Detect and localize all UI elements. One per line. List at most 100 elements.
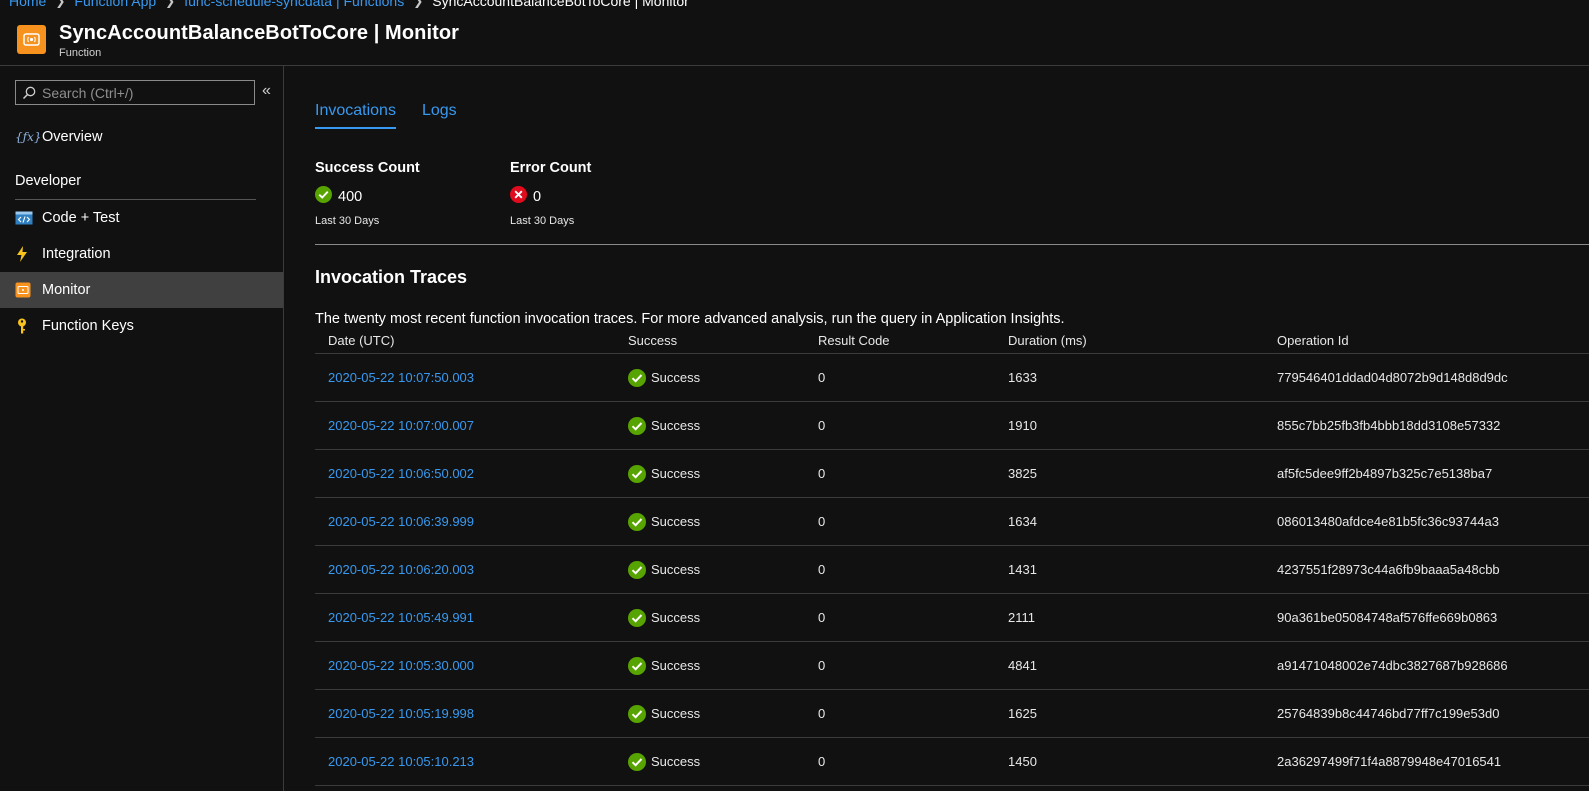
column-header-date[interactable]: Date (UTC) — [315, 333, 628, 348]
table-body: 2020-05-22 10:07:50.003 Success 0 1633 7… — [315, 354, 1589, 786]
invocation-status: Success — [628, 368, 818, 387]
sidebar-item-monitor[interactable]: Monitor — [0, 272, 283, 308]
invocation-date-link[interactable]: 2020-05-22 10:05:10.213 — [315, 754, 628, 769]
invocation-status-label: Success — [651, 706, 701, 721]
breadcrumb-home[interactable]: Home — [9, 0, 46, 9]
table-row: 2020-05-22 10:05:10.213 Success 0 1450 2… — [315, 738, 1589, 786]
sidebar-item-code-test[interactable]: Code + Test — [0, 200, 283, 236]
invocation-result-code: 0 — [818, 370, 826, 385]
chevron-right-icon: ❯ — [413, 0, 424, 8]
invocation-duration: 1633 — [1008, 370, 1037, 385]
success-check-icon — [628, 560, 646, 579]
sidebar: « {ƒx} Overview Developer Code + Test In… — [0, 66, 284, 791]
column-header-result-code[interactable]: Result Code — [818, 333, 1008, 348]
sidebar-item-label: Integration — [42, 246, 111, 262]
invocation-operation-id: 90a361be05084748af576ffe669b0863 — [1277, 610, 1498, 625]
invocation-status: Success — [628, 704, 818, 723]
page-title: SyncAccountBalanceBotToCore | Monitor — [59, 22, 460, 44]
invocation-status-label: Success — [651, 514, 701, 529]
sidebar-item-overview[interactable]: {ƒx} Overview — [0, 119, 283, 155]
table-row: 2020-05-22 10:06:20.003 Success 0 1431 4… — [315, 546, 1589, 594]
table-row: 2020-05-22 10:06:39.999 Success 0 1634 0… — [315, 498, 1589, 546]
error-count-label: Error Count — [510, 160, 592, 176]
invocation-status-label: Success — [651, 466, 701, 481]
invocation-status: Success — [628, 416, 818, 435]
lightning-icon — [0, 246, 42, 262]
invocation-duration: 1910 — [1008, 418, 1037, 433]
invocation-status-label: Success — [651, 754, 701, 769]
invocation-result-code: 0 — [818, 754, 826, 769]
error-x-icon — [510, 186, 527, 208]
page-header: SyncAccountBalanceBotToCore | Monitor Fu… — [0, 16, 1589, 66]
invocation-date-link[interactable]: 2020-05-22 10:05:30.000 — [315, 658, 628, 673]
tab-logs[interactable]: Logs — [422, 102, 457, 129]
code-icon — [0, 211, 42, 225]
breadcrumb-function-app[interactable]: Function App — [74, 0, 156, 9]
invocation-date-link[interactable]: 2020-05-22 10:07:50.003 — [315, 370, 628, 385]
table-row: 2020-05-22 10:05:19.998 Success 0 1625 2… — [315, 690, 1589, 738]
tab-bar: Invocations Logs — [315, 102, 483, 129]
invocation-operation-id: 779546401ddad04d8072b9d148d8d9dc — [1277, 370, 1508, 385]
invocation-date-link[interactable]: 2020-05-22 10:05:49.991 — [315, 610, 628, 625]
chevron-right-icon: ❯ — [55, 0, 66, 8]
sidebar-item-label: Monitor — [42, 282, 91, 298]
invocation-result-code: 0 — [818, 658, 826, 673]
success-check-icon — [628, 752, 646, 771]
invocation-operation-id: 2a36297499f71f4a8879948e47016541 — [1277, 754, 1502, 769]
invocation-status: Success — [628, 752, 818, 771]
function-icon: {ƒx} — [15, 130, 42, 144]
page-subtitle: Function — [59, 47, 102, 59]
success-count-period: Last 30 Days — [315, 215, 380, 227]
invocation-result-code: 0 — [818, 610, 826, 625]
breadcrumb-functions[interactable]: func-schedule-syncdata | Functions — [184, 0, 404, 9]
success-check-icon — [628, 656, 646, 675]
success-check-icon — [628, 464, 646, 483]
search-input[interactable] — [42, 84, 242, 101]
success-check-icon — [628, 416, 646, 435]
invocation-date-link[interactable]: 2020-05-22 10:05:19.998 — [315, 706, 628, 721]
column-header-duration[interactable]: Duration (ms) — [1008, 333, 1277, 348]
invocation-traces-title: Invocation Traces — [315, 267, 468, 287]
table-row: 2020-05-22 10:05:30.000 Success 0 4841 a… — [315, 642, 1589, 690]
invocation-operation-id: 855c7bb25fb3fb4bbb18dd3108e57332 — [1277, 418, 1501, 433]
sidebar-item-function-keys[interactable]: Function Keys — [0, 308, 283, 344]
key-icon — [0, 318, 42, 334]
tab-invocations[interactable]: Invocations — [315, 102, 396, 129]
chevron-right-icon: ❯ — [165, 0, 176, 8]
sidebar-section-developer: Developer — [15, 173, 82, 189]
monitor-icon — [0, 282, 42, 298]
collapse-sidebar-button[interactable]: « — [262, 82, 271, 100]
invocation-status: Success — [628, 608, 818, 627]
table-row: 2020-05-22 10:07:00.007 Success 0 1910 8… — [315, 402, 1589, 450]
error-count-period: Last 30 Days — [510, 215, 575, 227]
success-check-icon — [628, 368, 646, 387]
invocation-result-code: 0 — [818, 514, 826, 529]
invocation-result-code: 0 — [818, 562, 826, 577]
invocation-status: Success — [628, 656, 818, 675]
invocation-duration: 3825 — [1008, 466, 1037, 481]
invocation-operation-id: af5fc5dee9ff2b4897b325c7e5138ba7 — [1277, 466, 1493, 481]
table-header: Date (UTC) Success Result Code Duration … — [315, 328, 1589, 354]
invocation-date-link[interactable]: 2020-05-22 10:06:20.003 — [315, 562, 628, 577]
invocation-status-label: Success — [651, 418, 701, 433]
column-header-success[interactable]: Success — [628, 333, 818, 348]
search-box[interactable] — [15, 80, 255, 105]
invocation-operation-id: 25764839b8c44746bd77ff7c199e53d0 — [1277, 706, 1500, 721]
success-check-icon — [315, 186, 332, 208]
table-row: 2020-05-22 10:05:49.991 Success 0 2111 9… — [315, 594, 1589, 642]
invocation-traces-description: The twenty most recent function invocati… — [315, 311, 1065, 327]
invocation-date-link[interactable]: 2020-05-22 10:06:50.002 — [315, 466, 628, 481]
success-check-icon — [628, 608, 646, 627]
invocation-result-code: 0 — [818, 706, 826, 721]
invocation-duration: 4841 — [1008, 658, 1037, 673]
invocation-date-link[interactable]: 2020-05-22 10:06:39.999 — [315, 514, 628, 529]
invocation-status-label: Success — [651, 658, 701, 673]
invocation-operation-id: 086013480afdce4e81b5fc36c93744a3 — [1277, 514, 1499, 529]
invocation-traces-table: Date (UTC) Success Result Code Duration … — [315, 328, 1589, 786]
invocation-status-label: Success — [651, 370, 701, 385]
column-header-operation-id[interactable]: Operation Id — [1277, 333, 1577, 348]
table-row: 2020-05-22 10:07:50.003 Success 0 1633 7… — [315, 354, 1589, 402]
invocation-date-link[interactable]: 2020-05-22 10:07:00.007 — [315, 418, 628, 433]
sidebar-item-integration[interactable]: Integration — [0, 236, 283, 272]
invocation-status-label: Success — [651, 562, 701, 577]
